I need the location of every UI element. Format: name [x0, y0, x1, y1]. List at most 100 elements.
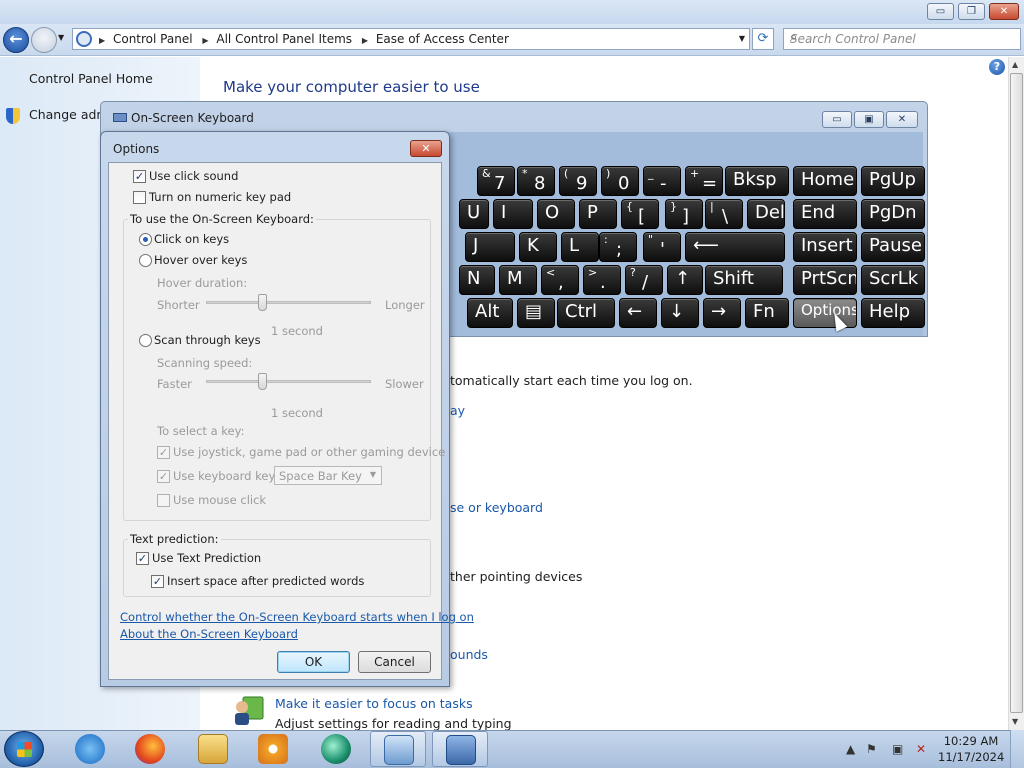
osk-key[interactable]: Shift: [705, 265, 783, 295]
osk-key[interactable]: PgDn: [861, 199, 925, 229]
use-text-prediction-checkbox[interactable]: ✓: [136, 552, 149, 565]
restore-button[interactable]: ❐: [958, 3, 985, 20]
volume-muted-icon[interactable]: ✕: [916, 742, 926, 756]
osk-key[interactable]: J: [465, 232, 515, 262]
osk-key[interactable]: ⟵: [685, 232, 785, 262]
scan-through-keys-radio[interactable]: [139, 334, 152, 347]
scrollbar-thumb[interactable]: [1010, 73, 1023, 713]
insert-space-checkbox[interactable]: ✓: [151, 575, 164, 588]
forward-button[interactable]: [31, 27, 57, 53]
osk-key[interactable]: PgUp: [861, 166, 925, 196]
taskbar-explorer[interactable]: [185, 731, 241, 767]
osk-key[interactable]: N: [459, 265, 495, 295]
osk-key[interactable]: P: [579, 199, 617, 229]
search-input[interactable]: Search Control Panel ⌕: [783, 28, 1021, 50]
hover-duration-slider[interactable]: [206, 301, 371, 304]
hover-over-keys-radio[interactable]: [139, 254, 152, 267]
osk-key[interactable]: :;: [599, 232, 637, 262]
recent-pages-dropdown-icon[interactable]: ▼: [58, 33, 64, 42]
network-icon[interactable]: ▣: [892, 742, 903, 756]
action-center-icon[interactable]: ⚑: [866, 742, 877, 756]
osk-key[interactable]: Pause: [861, 232, 925, 262]
osk-key[interactable]: _ -: [643, 166, 681, 196]
address-dropdown-icon[interactable]: ▼: [739, 34, 745, 43]
osk-key[interactable]: Ctrl: [557, 298, 615, 328]
options-close-button[interactable]: ✕: [410, 140, 442, 157]
osk-key[interactable]: ←: [619, 298, 657, 328]
taskbar-internet-explorer[interactable]: [62, 731, 118, 767]
scanning-speed-slider[interactable]: [206, 380, 371, 383]
refresh-button[interactable]: ⟳: [752, 28, 774, 50]
breadcrumb-all-items[interactable]: All Control Panel Items: [216, 32, 352, 46]
osk-key[interactable]: ↓: [661, 298, 699, 328]
osk-key[interactable]: ) 0: [601, 166, 639, 196]
osk-key[interactable]: ↑: [667, 265, 703, 295]
search-icon[interactable]: ⌕: [790, 30, 1014, 45]
osk-key[interactable]: Del: [747, 199, 785, 229]
osk-key[interactable]: Options: [793, 298, 857, 328]
focus-tasks-link[interactable]: Make it easier to focus on tasks: [275, 696, 473, 711]
mouse-click-checkbox[interactable]: [157, 494, 170, 507]
ok-button[interactable]: OK: [277, 651, 350, 673]
osk-key[interactable]: (9: [559, 166, 597, 196]
osk-key[interactable]: & 7: [477, 166, 515, 196]
vertical-scrollbar[interactable]: ▲ ▼: [1008, 57, 1024, 730]
osk-key[interactable]: <,: [541, 265, 579, 295]
taskbar-control-panel[interactable]: [370, 731, 426, 767]
onscreen-keyboard-link[interactable]: ay: [450, 403, 465, 418]
taskbar-firefox[interactable]: [122, 731, 178, 767]
keyboard-key-select[interactable]: Space Bar Key ▼: [274, 466, 382, 485]
start-button[interactable]: [4, 731, 44, 767]
address-bar[interactable]: ▶ Control Panel ▶ All Control Panel Item…: [72, 28, 750, 50]
taskbar-on-screen-keyboard[interactable]: [432, 731, 488, 767]
osk-key[interactable]: ? /: [625, 265, 663, 295]
osk-key[interactable]: | \: [705, 199, 743, 229]
osk-key[interactable]: I: [493, 199, 533, 229]
scroll-down-icon[interactable]: ▼: [1012, 717, 1018, 726]
osk-key[interactable]: * 8: [517, 166, 555, 196]
osk-key[interactable]: Insert: [793, 232, 857, 262]
osk-key[interactable]: Bksp: [725, 166, 789, 196]
cancel-button[interactable]: Cancel: [358, 651, 431, 673]
osk-minimize-button[interactable]: ▭: [822, 111, 852, 128]
mouse-keyboard-link[interactable]: se or keyboard: [450, 500, 543, 515]
scanning-speed-thumb[interactable]: [258, 373, 267, 390]
sounds-link[interactable]: ounds: [450, 647, 488, 662]
minimize-button[interactable]: ▭: [927, 3, 954, 20]
help-icon[interactable]: ?: [989, 59, 1005, 75]
clock[interactable]: 10:29 AM 11/17/2024: [938, 733, 1004, 765]
osk-key[interactable]: →: [703, 298, 741, 328]
osk-fade-button[interactable]: ▣: [854, 111, 884, 128]
hover-duration-thumb[interactable]: [258, 294, 267, 311]
osk-key[interactable]: " ': [643, 232, 681, 262]
startup-control-link[interactable]: Control whether the On-Screen Keyboard s…: [120, 610, 474, 624]
breadcrumb-arrow-icon[interactable]: ▶: [99, 36, 105, 45]
scroll-up-icon[interactable]: ▲: [1012, 60, 1018, 69]
osk-key[interactable]: Alt: [467, 298, 513, 328]
close-button[interactable]: ✕: [989, 3, 1019, 20]
breadcrumb-arrow-icon[interactable]: ▶: [202, 36, 208, 45]
osk-key[interactable]: Fn: [745, 298, 789, 328]
taskbar-media-player[interactable]: [245, 731, 301, 767]
osk-key[interactable]: End: [793, 199, 857, 229]
control-panel-home-link[interactable]: Control Panel Home: [29, 71, 153, 86]
breadcrumb-control-panel[interactable]: Control Panel: [113, 32, 193, 46]
osk-key[interactable]: ▤: [517, 298, 555, 328]
numeric-keypad-checkbox[interactable]: [133, 191, 146, 204]
osk-key[interactable]: PrtScn: [793, 265, 857, 295]
taskbar-app[interactable]: [308, 731, 364, 767]
osk-key[interactable]: Home: [793, 166, 857, 196]
osk-key[interactable]: M: [499, 265, 537, 295]
osk-key[interactable]: + =: [685, 166, 723, 196]
osk-key[interactable]: L: [561, 232, 599, 262]
osk-key[interactable]: }]: [665, 199, 703, 229]
use-click-sound-checkbox[interactable]: ✓: [133, 170, 146, 183]
osk-key[interactable]: O: [537, 199, 575, 229]
breadcrumb-ease-of-access[interactable]: Ease of Access Center: [376, 32, 509, 46]
show-hidden-icons[interactable]: ▲: [846, 742, 855, 756]
osk-key[interactable]: >.: [583, 265, 621, 295]
osk-key[interactable]: U: [459, 199, 489, 229]
osk-key[interactable]: Help: [861, 298, 925, 328]
show-desktop-button[interactable]: [1010, 730, 1024, 768]
about-osk-link[interactable]: About the On-Screen Keyboard: [120, 627, 298, 641]
